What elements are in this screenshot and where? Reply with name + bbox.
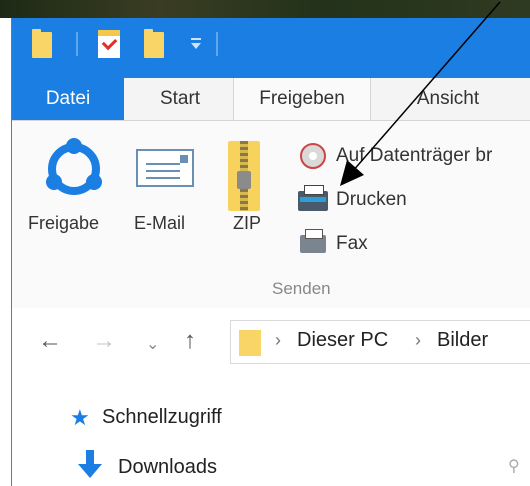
chevron-right-icon[interactable]: › [415, 330, 421, 351]
ribbon-share-panel: Freigabe E-Mail ZIP Auf Datenträger br D… [12, 120, 530, 310]
background-photo [0, 0, 530, 18]
printer-icon [298, 185, 328, 211]
fax-label: Fax [336, 233, 368, 254]
tab-start[interactable]: Start [124, 78, 236, 120]
star-icon: ★ [70, 405, 90, 430]
zip-icon [228, 141, 260, 211]
ribbon-tab-bar: Datei Start Freigeben Ansicht [12, 78, 530, 122]
tab-ansicht[interactable]: Ansicht [380, 78, 516, 120]
pin-icon[interactable]: ⚲ [508, 456, 520, 476]
zip-label: ZIP [233, 213, 262, 233]
address-bar[interactable]: › Dieser PC › Bilder [230, 320, 530, 364]
title-bar [12, 18, 530, 78]
burn-label: Auf Datenträger br [336, 145, 493, 166]
folder-icon[interactable] [32, 29, 52, 58]
burn-disc-icon [300, 143, 326, 169]
fax-icon [300, 229, 326, 253]
folder-icon [239, 330, 261, 356]
ribbon-group-label: Senden [272, 279, 331, 298]
download-icon [78, 450, 102, 478]
breadcrumb-dieser-pc[interactable]: Dieser PC [297, 329, 388, 352]
print-label: Drucken [336, 189, 407, 210]
explorer-window: Datei Start Freigeben Ansicht Freigabe E… [0, 0, 530, 486]
navigation-pane: ★ Schnellzugriff Downloads ⚲ [12, 376, 530, 486]
share-icon [46, 138, 102, 195]
new-folder-icon[interactable] [144, 29, 164, 58]
up-arrow-icon[interactable]: ↑ [184, 326, 196, 356]
tab-freigeben[interactable]: Freigeben [233, 78, 371, 122]
chevron-right-icon[interactable]: › [275, 330, 281, 351]
tab-datei[interactable]: Datei [12, 78, 124, 120]
toolbar-separator [76, 32, 78, 56]
forward-arrow-icon[interactable]: → [92, 326, 116, 356]
email-icon [136, 149, 194, 187]
breadcrumb-bilder[interactable]: Bilder [437, 329, 488, 352]
customize-dropdown-icon[interactable] [190, 38, 202, 50]
nav-item-label: Downloads [118, 456, 217, 478]
back-arrow-icon[interactable]: ← [38, 326, 62, 356]
checkmark-icon[interactable] [98, 30, 120, 58]
toolbar-separator [216, 32, 218, 56]
nav-item-label: Schnellzugriff [102, 406, 222, 428]
email-label: E-Mail [134, 213, 186, 233]
navigation-bar: ← → ⌄ ↑ › Dieser PC › Bilder [12, 308, 530, 376]
recent-chevron-icon[interactable]: ⌄ [146, 330, 159, 360]
share-label: Freigabe [28, 213, 100, 233]
